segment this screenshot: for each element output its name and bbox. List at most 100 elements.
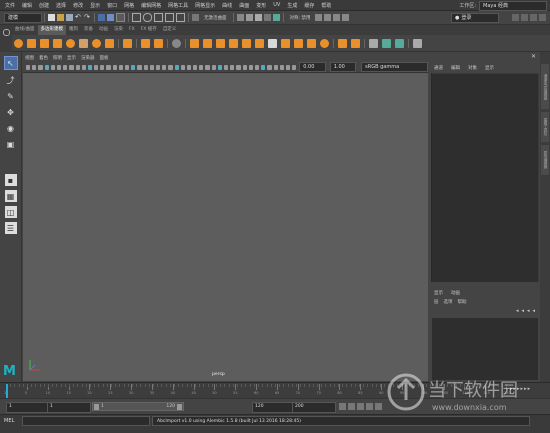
cube-icon[interactable] <box>27 38 36 48</box>
menu-item[interactable]: 显示 <box>90 2 100 9</box>
new-layer-icon[interactable]: ◂ <box>527 308 530 314</box>
command-input[interactable] <box>22 416 150 426</box>
snap-curve-icon[interactable] <box>143 13 152 22</box>
end-time-field[interactable]: 200 <box>292 402 336 413</box>
layout-single-icon[interactable]: ▪ <box>4 174 17 186</box>
side-tab-attribute-editor[interactable]: 属性编辑器 <box>541 145 549 175</box>
viewport-persp[interactable] <box>23 73 428 381</box>
panel-close-icon[interactable]: ✕ <box>531 53 536 60</box>
shelf-tab[interactable]: 自定义 <box>160 25 180 35</box>
channel-box-menu-item[interactable]: 编辑 <box>451 65 460 71</box>
key-icon[interactable] <box>375 403 382 410</box>
viewport-toggle-icon[interactable] <box>32 64 37 70</box>
snap-point-icon[interactable] <box>154 13 163 22</box>
viewport-toggle-icon[interactable] <box>56 64 62 70</box>
range-handle-left-icon[interactable] <box>94 404 99 410</box>
viewport-toggle-icon[interactable] <box>224 64 229 70</box>
disc-icon[interactable] <box>92 38 101 48</box>
viewport-toggle-icon[interactable] <box>211 64 216 70</box>
viewport-toggle-icon[interactable] <box>248 64 253 70</box>
start-time-field[interactable]: 1 <box>6 402 48 413</box>
uv-editor-icon[interactable] <box>369 38 378 48</box>
select-object-icon[interactable] <box>107 14 114 21</box>
current-time-indicator[interactable] <box>6 384 8 398</box>
panel-toggle-icon[interactable] <box>539 14 546 21</box>
viewport-toggle-icon[interactable] <box>38 64 43 70</box>
menu-item[interactable]: 网格显示 <box>195 2 215 9</box>
mirror-icon[interactable] <box>307 38 316 48</box>
move-tool-icon[interactable]: ✥ <box>5 106 17 118</box>
sculpt-icon[interactable] <box>413 38 422 48</box>
panel-toggle-icon[interactable] <box>530 14 537 21</box>
gamma-field[interactable]: 1.00 <box>329 62 357 72</box>
layer-tab-display[interactable]: 显示 <box>434 290 443 296</box>
channel-box-menu-item[interactable]: 对象 <box>468 65 477 71</box>
new-layer-selected-icon[interactable]: ◂ <box>532 308 535 314</box>
viewport-toggle-icon[interactable] <box>254 64 260 70</box>
viewport-toggle-icon[interactable] <box>63 64 68 70</box>
viewport-toggle-icon[interactable] <box>292 64 297 70</box>
merge-icon[interactable] <box>229 38 238 48</box>
mode-dropdown[interactable]: 建模 <box>4 12 42 23</box>
menu-item[interactable]: 窗口 <box>107 2 117 9</box>
channel-box-content[interactable] <box>432 74 538 282</box>
render-icon[interactable] <box>245 14 253 21</box>
uv-planar-icon[interactable] <box>382 38 391 48</box>
login-button[interactable]: ● 登录 <box>451 12 499 23</box>
viewport-toggle-icon[interactable] <box>118 64 123 70</box>
viewport-toggle-icon[interactable] <box>205 64 210 70</box>
viewport-toggle-icon[interactable] <box>279 64 284 70</box>
menu-item[interactable]: 网格工具 <box>168 2 188 9</box>
exposure-field[interactable]: 0.00 <box>299 62 326 72</box>
viewport-toggle-icon[interactable] <box>285 64 291 70</box>
lasso-tool-icon[interactable]: ⤴ <box>5 74 17 86</box>
torus-icon[interactable] <box>66 38 75 48</box>
channel-box-menu-item[interactable]: 通道 <box>434 65 443 71</box>
scale-tool-icon[interactable]: ▣ <box>5 138 17 150</box>
viewport-toggle-icon[interactable] <box>236 64 241 70</box>
undo-icon[interactable]: ↶ <box>75 14 82 21</box>
viewport-toggle-icon[interactable] <box>87 64 93 70</box>
snap-grid-icon[interactable] <box>132 13 141 22</box>
shelf-tab[interactable]: 多边形建模 <box>37 25 67 35</box>
menu-item[interactable]: 生成 <box>287 2 297 9</box>
snap-surface-icon[interactable] <box>176 13 185 22</box>
key-icon[interactable] <box>339 403 346 410</box>
plane-icon[interactable] <box>79 38 88 48</box>
target-weld-icon[interactable] <box>294 38 303 48</box>
sphere-icon[interactable] <box>14 38 23 48</box>
select-tool-icon[interactable]: ↖ <box>3 56 18 70</box>
viewport-toggle-icon[interactable] <box>261 64 266 70</box>
extrude-icon[interactable] <box>190 38 199 48</box>
viewport-toggle-icon[interactable] <box>199 64 204 70</box>
menu-item[interactable]: 帮助 <box>321 2 331 9</box>
viewport-menu-item[interactable]: 显示 <box>67 55 76 61</box>
menu-item[interactable]: 变形 <box>256 2 266 9</box>
shelf-tab[interactable]: 雕刻 <box>66 25 81 35</box>
layer-down-icon[interactable]: ◂ <box>521 308 524 314</box>
shelf-tab[interactable]: FX <box>126 25 138 35</box>
svg-icon[interactable] <box>123 38 132 48</box>
menu-item[interactable]: 编辑 <box>22 2 32 9</box>
triangulate-icon[interactable] <box>338 38 347 48</box>
colorspace-dropdown[interactable]: sRGB gamma <box>361 62 428 72</box>
viewport-menu-item[interactable]: 照明 <box>53 55 62 61</box>
viewport-toggle-icon[interactable] <box>186 64 192 70</box>
viewport-toggle-icon[interactable] <box>155 64 161 70</box>
viewport-toggle-icon[interactable] <box>125 64 130 70</box>
viewport-toggle-icon[interactable] <box>162 64 167 70</box>
menu-item[interactable]: 选择 <box>56 2 66 9</box>
platonic-icon[interactable] <box>105 38 114 48</box>
menu-item[interactable]: 创建 <box>39 2 49 9</box>
viewport-toggle-icon[interactable] <box>193 64 198 70</box>
layer-up-icon[interactable]: ◂ <box>516 308 519 314</box>
hypershade-icon[interactable] <box>272 14 280 21</box>
snap-view-icon[interactable] <box>165 13 174 22</box>
layer-tab-anim[interactable]: 动画 <box>451 290 460 296</box>
shelf-tab[interactable]: FX 缓存 <box>138 25 160 35</box>
channel-box-menu-item[interactable]: 显示 <box>485 65 494 71</box>
menu-item[interactable]: 曲线 <box>222 2 232 9</box>
viewport-toggle-icon[interactable] <box>81 64 86 70</box>
menu-item[interactable]: 网格 <box>124 2 134 9</box>
save-scene-icon[interactable] <box>66 14 73 21</box>
